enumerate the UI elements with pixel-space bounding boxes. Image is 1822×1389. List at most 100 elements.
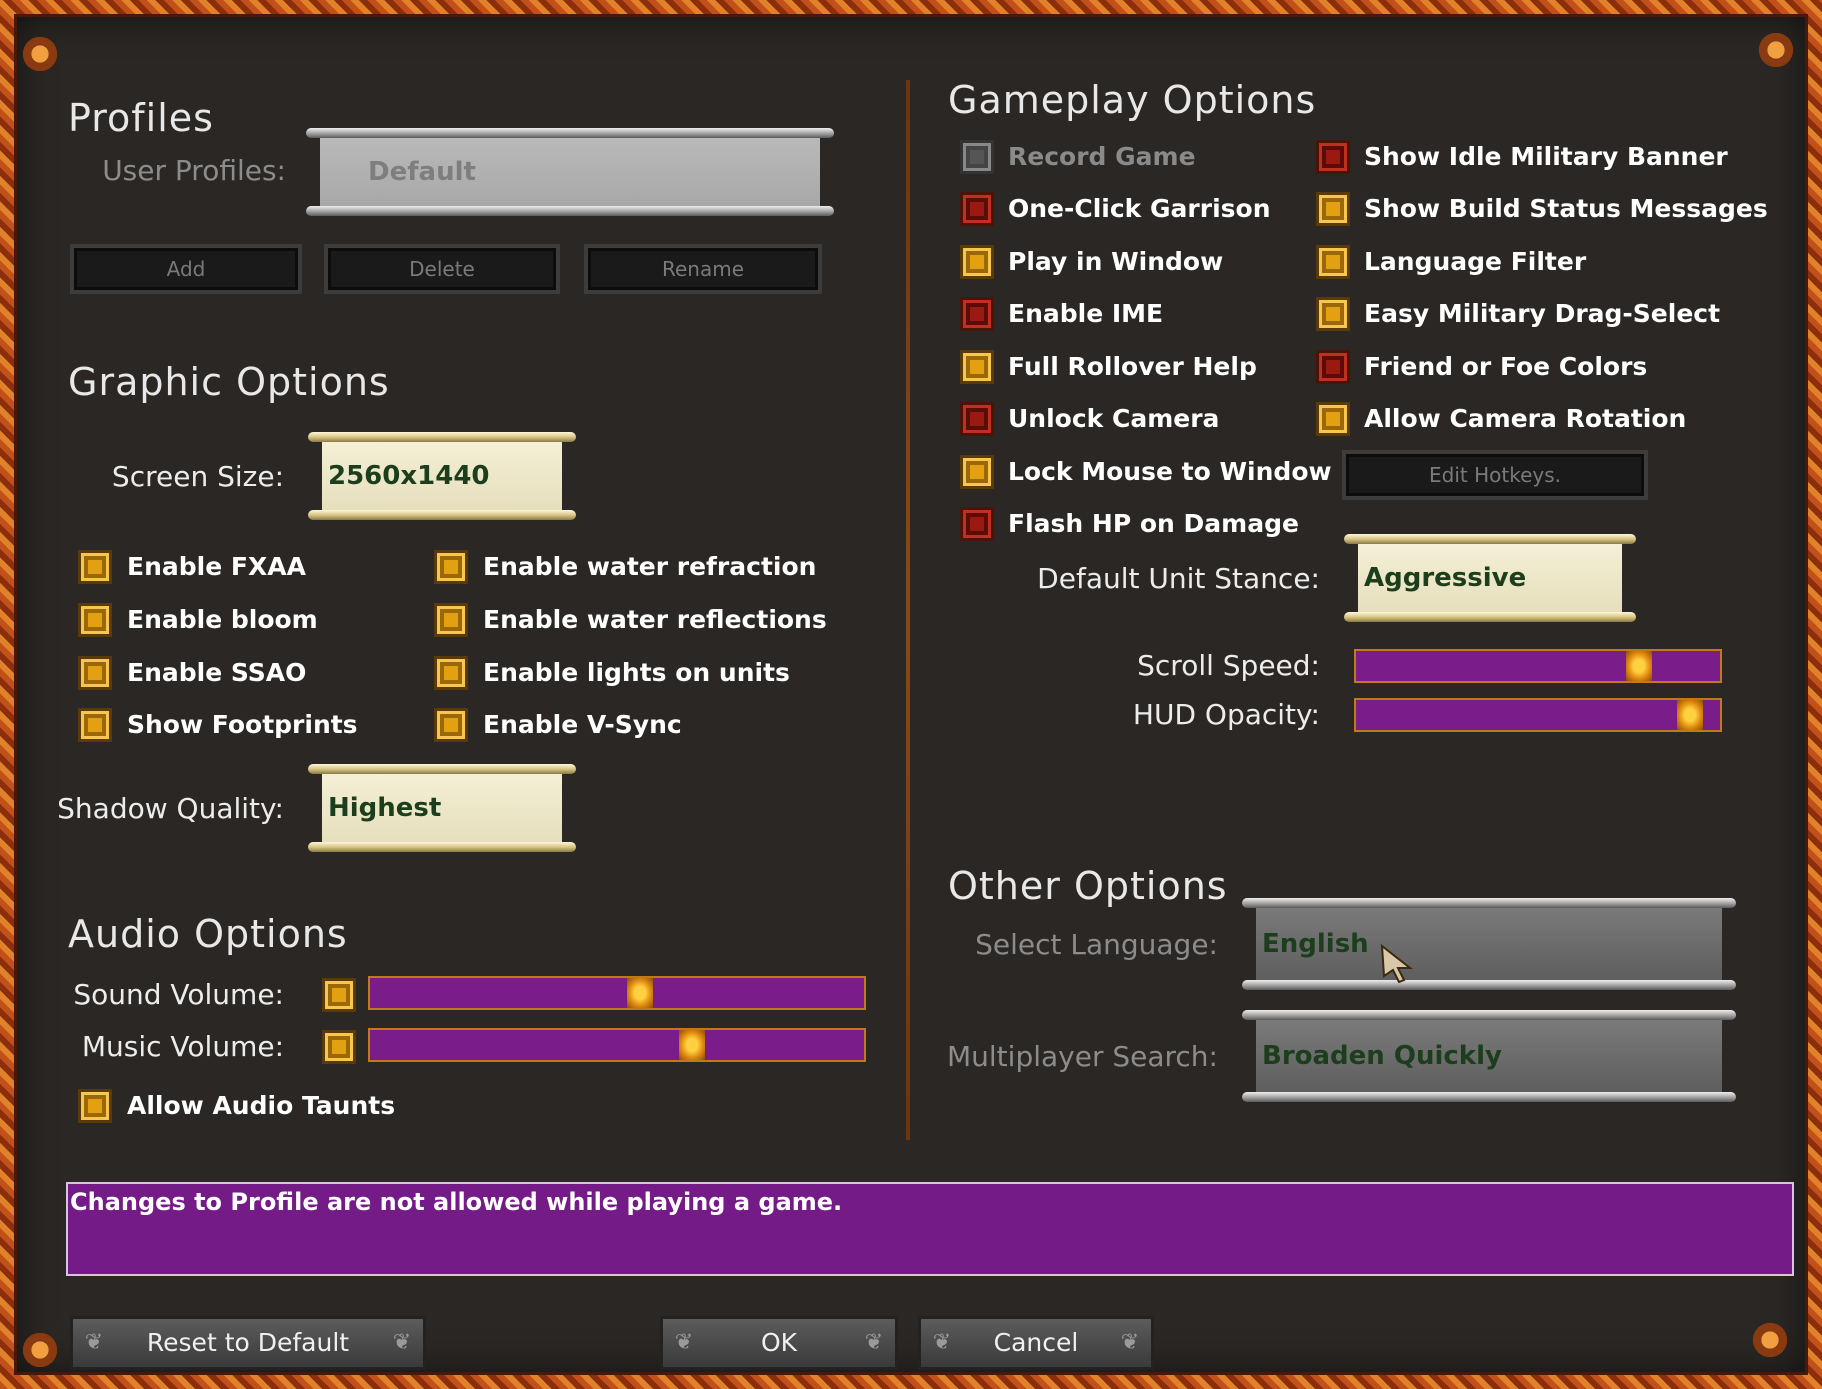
select-language-dropdown[interactable]: English [1242, 898, 1736, 990]
sound-volume-thumb[interactable] [627, 978, 653, 1008]
edit-hotkeys-button[interactable]: Edit Hotkeys. [1342, 450, 1648, 500]
one-click-garrison-checkbox[interactable] [960, 192, 994, 226]
sound-volume-label: Sound Volume: [73, 978, 284, 1011]
flash-hp-on-damage-label: Flash HP on Damage [1008, 509, 1299, 538]
full-rollover-help-checkbox[interactable] [960, 350, 994, 384]
add-profile-button[interactable]: Add [70, 244, 302, 294]
enable-fxaa-checkbox[interactable] [78, 550, 112, 584]
shadow-quality-dropdown[interactable]: Highest [308, 764, 576, 852]
shadow-quality-label: Shadow Quality: [57, 792, 284, 825]
gameplay-options-title: Gameplay Options [948, 78, 1317, 122]
screen-size-dropdown[interactable]: 2560x1440 [308, 432, 576, 520]
enable-ssao-checkbox[interactable] [78, 656, 112, 690]
scroll-ornament-icon: ❦ [674, 1330, 694, 1355]
enable-lights-on-units-checkbox[interactable] [434, 656, 468, 690]
sound-mute-checkbox[interactable] [322, 978, 356, 1012]
shadow-quality-value: Highest [328, 793, 442, 823]
scroll-speed-slider[interactable] [1354, 649, 1722, 683]
hud-opacity-thumb[interactable] [1677, 700, 1703, 730]
enable-fxaa-label: Enable FXAA [127, 552, 306, 581]
ok-button[interactable]: ❦ OK ❦ [660, 1316, 898, 1370]
flash-hp-on-damage-checkbox[interactable] [960, 507, 994, 541]
multiplayer-search-dropdown[interactable]: Broaden Quickly [1242, 1010, 1736, 1102]
profiles-title: Profiles [68, 96, 214, 140]
music-volume-label: Music Volume: [81, 1030, 284, 1063]
mouse-cursor-icon [1380, 944, 1413, 984]
enable-water-refraction-label: Enable water refraction [483, 552, 817, 581]
reset-to-default-label: Reset to Default [146, 1328, 350, 1357]
easy-military-drag-select-label: Easy Military Drag-Select [1364, 299, 1721, 328]
hud-opacity-label: HUD Opacity: [1132, 698, 1320, 731]
enable-water-reflections-label: Enable water reflections [483, 605, 827, 634]
corner-ornament-icon [1750, 1320, 1790, 1360]
enable-water-refraction-checkbox[interactable] [434, 550, 468, 584]
scroll-speed-label: Scroll Speed: [1137, 649, 1320, 682]
language-filter-label: Language Filter [1364, 247, 1587, 276]
scroll-ornament-icon: ❦ [392, 1330, 412, 1355]
multiplayer-search-label: Multiplayer Search: [947, 1040, 1218, 1073]
show-footprints-checkbox[interactable] [78, 708, 112, 742]
screen-size-label: Screen Size: [111, 460, 284, 493]
default-unit-stance-dropdown[interactable]: Aggressive [1344, 534, 1636, 622]
rename-profile-button[interactable]: Rename [584, 244, 822, 294]
reset-to-default-button[interactable]: ❦ Reset to Default ❦ [70, 1316, 426, 1370]
ok-label: OK [760, 1328, 798, 1357]
scroll-ornament-icon: ❦ [932, 1330, 952, 1355]
record-game-checkbox [960, 140, 994, 174]
user-profiles-value: Default [368, 157, 476, 187]
show-idle-military-banner-label: Show Idle Military Banner [1364, 142, 1728, 171]
select-language-value: English [1262, 929, 1369, 959]
music-mute-checkbox[interactable] [322, 1030, 356, 1064]
user-profiles-label: User Profiles: [102, 154, 286, 187]
language-filter-checkbox[interactable] [1316, 245, 1350, 279]
sound-volume-slider[interactable] [368, 976, 866, 1010]
lock-mouse-to-window-checkbox[interactable] [960, 455, 994, 489]
enable-vsync-checkbox[interactable] [434, 708, 468, 742]
enable-water-reflections-checkbox[interactable] [434, 603, 468, 637]
screen-size-value: 2560x1440 [328, 461, 490, 491]
default-unit-stance-value: Aggressive [1364, 563, 1527, 593]
scroll-speed-thumb[interactable] [1626, 651, 1652, 681]
corner-ornament-icon [20, 34, 60, 74]
enable-ssao-label: Enable SSAO [127, 658, 307, 687]
easy-military-drag-select-checkbox[interactable] [1316, 297, 1350, 331]
enable-bloom-checkbox[interactable] [78, 603, 112, 637]
delete-profile-button[interactable]: Delete [324, 244, 560, 294]
corner-ornament-icon [1756, 30, 1796, 70]
hud-opacity-slider[interactable] [1354, 698, 1722, 732]
scroll-ornament-icon: ❦ [1120, 1330, 1140, 1355]
enable-lights-on-units-label: Enable lights on units [483, 658, 790, 687]
allow-audio-taunts-label: Allow Audio Taunts [127, 1091, 396, 1120]
cancel-button[interactable]: ❦ Cancel ❦ [918, 1316, 1154, 1370]
select-language-label: Select Language: [975, 928, 1218, 961]
user-profiles-dropdown[interactable]: Default [306, 128, 834, 216]
play-in-window-checkbox[interactable] [960, 245, 994, 279]
enable-bloom-label: Enable bloom [127, 605, 318, 634]
graphic-options-title: Graphic Options [68, 360, 390, 404]
lock-mouse-to-window-label: Lock Mouse to Window [1008, 457, 1332, 486]
allow-camera-rotation-label: Allow Camera Rotation [1364, 404, 1687, 433]
friend-or-foe-colors-label: Friend or Foe Colors [1364, 352, 1648, 381]
corner-ornament-icon [20, 1330, 60, 1370]
enable-ime-label: Enable IME [1008, 299, 1164, 328]
allow-camera-rotation-checkbox[interactable] [1316, 402, 1350, 436]
scroll-ornament-icon: ❦ [84, 1330, 104, 1355]
music-volume-slider[interactable] [368, 1028, 866, 1062]
one-click-garrison-label: One-Click Garrison [1008, 194, 1271, 223]
enable-ime-checkbox[interactable] [960, 297, 994, 331]
full-rollover-help-label: Full Rollover Help [1008, 352, 1257, 381]
allow-audio-taunts-checkbox[interactable] [78, 1089, 112, 1123]
show-build-status-messages-label: Show Build Status Messages [1364, 194, 1768, 223]
multiplayer-search-value: Broaden Quickly [1262, 1041, 1502, 1071]
play-in-window-label: Play in Window [1008, 247, 1224, 276]
enable-vsync-label: Enable V-Sync [483, 710, 682, 739]
record-game-label: Record Game [1008, 142, 1196, 171]
show-build-status-messages-checkbox[interactable] [1316, 192, 1350, 226]
friend-or-foe-colors-checkbox[interactable] [1316, 350, 1350, 384]
show-idle-military-banner-checkbox[interactable] [1316, 140, 1350, 174]
cancel-label: Cancel [993, 1328, 1079, 1357]
show-footprints-label: Show Footprints [127, 710, 358, 739]
other-options-title: Other Options [948, 864, 1228, 908]
unlock-camera-checkbox[interactable] [960, 402, 994, 436]
music-volume-thumb[interactable] [679, 1030, 705, 1060]
